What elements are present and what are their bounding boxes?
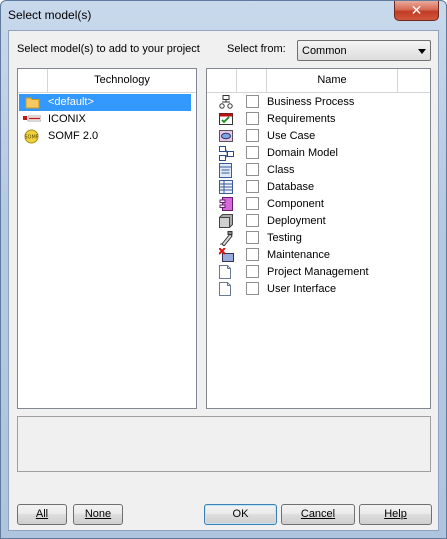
model-label: Database [267,181,315,193]
model-label: Component [267,198,324,210]
deployment-icon [219,214,234,228]
technology-item-label: <default> [48,96,94,108]
technology-item-label: ICONIX [48,113,86,125]
document-icon [219,282,234,296]
select-from-label: Select from: [227,43,286,55]
model-row[interactable]: Domain Model [208,145,428,162]
model-checkbox[interactable] [246,146,259,159]
model-checkbox[interactable] [246,282,259,295]
model-checkbox[interactable] [246,163,259,176]
technology-icon-column[interactable] [18,69,48,92]
cancel-button-label: Cancel [300,508,336,520]
description-box [17,416,431,472]
iconix-logo-icon [23,113,42,127]
technology-item-iconix[interactable]: ICONIX [19,111,191,128]
close-button[interactable]: ✕ [394,1,439,21]
model-checkbox[interactable] [246,95,259,108]
folder-icon [25,95,40,109]
model-checkbox[interactable] [246,112,259,125]
model-label: User Interface [267,283,337,295]
none-button-label: None [84,508,112,520]
model-row[interactable]: Maintenance [208,247,428,264]
model-checkbox[interactable] [246,180,259,193]
model-row[interactable]: Use Case [208,128,428,145]
model-row[interactable]: Project Management [208,264,428,281]
model-row[interactable]: Requirements [208,111,428,128]
model-row[interactable]: Testing [208,230,428,247]
ok-button[interactable]: OK [204,504,277,525]
model-label: Domain Model [267,147,338,159]
class-icon [219,163,234,178]
model-checkbox[interactable] [246,129,259,142]
model-checkbox[interactable] [246,265,259,278]
model-label: Use Case [267,130,316,142]
component-icon [219,197,234,211]
model-label: Maintenance [267,249,330,261]
technology-item-label: SOMF 2.0 [48,130,99,142]
model-label: Deployment [267,215,326,227]
chevron-down-icon [418,49,426,54]
svg-text:SOMF: SOMF [24,135,38,141]
help-button[interactable]: Help [359,504,432,525]
model-label: Testing [267,232,302,244]
window-title: Select model(s) [8,8,92,22]
model-row[interactable]: Component [208,196,428,213]
dialog-body: Select model(s) to add to your project S… [8,30,439,531]
model-label: Project Management [267,266,369,278]
model-label: Business Process [267,96,355,108]
model-row[interactable]: Deployment [208,213,428,230]
model-row[interactable]: Class [208,162,428,179]
model-row[interactable]: User Interface [208,281,428,298]
document-icon [219,265,234,279]
ok-button-label: OK [232,508,249,520]
close-icon: ✕ [410,2,423,18]
technology-list[interactable]: Technology <default> ICONIX SOMF SOMF 2.… [17,68,197,409]
model-label: Requirements [267,113,336,125]
domain-model-icon [219,146,234,161]
select-from-value: Common [302,45,347,57]
model-row[interactable]: Database [208,179,428,196]
somf-logo-icon: SOMF [24,129,39,144]
model-checkbox[interactable] [246,214,259,227]
all-button-label: All [35,508,49,520]
technology-item-somf[interactable]: SOMF SOMF 2.0 [19,128,191,145]
model-check-column[interactable] [237,69,267,92]
maintenance-icon [218,247,234,262]
model-list[interactable]: Name Business Process Requirements Use Cas… [206,68,431,409]
technology-column-header[interactable]: Technology [48,69,196,92]
model-icon-column[interactable] [207,69,237,92]
cancel-button[interactable]: Cancel [281,504,355,525]
model-column-header[interactable]: Name [267,69,398,92]
model-header-row: Name [207,69,430,93]
help-button-label: Help [384,508,407,520]
title-bar: Select model(s) ✕ [1,1,446,29]
database-icon [219,180,234,194]
dialog-window: Select model(s) ✕ Select model(s) to add… [0,0,447,539]
use-case-icon [219,129,234,143]
requirements-icon [219,112,234,126]
instruction-label: Select model(s) to add to your project [17,43,200,55]
model-label: Class [267,164,295,176]
none-button[interactable]: None [73,504,123,525]
technology-header-row: Technology [18,69,196,93]
model-checkbox[interactable] [246,248,259,261]
model-row[interactable]: Business Process [208,94,428,111]
model-checkbox[interactable] [246,197,259,210]
testing-icon [219,231,234,247]
business-process-icon [219,95,234,109]
all-button[interactable]: All [17,504,67,525]
technology-item-default[interactable]: <default> [19,94,191,111]
model-checkbox[interactable] [246,231,259,244]
select-from-dropdown[interactable]: Common [297,40,431,61]
